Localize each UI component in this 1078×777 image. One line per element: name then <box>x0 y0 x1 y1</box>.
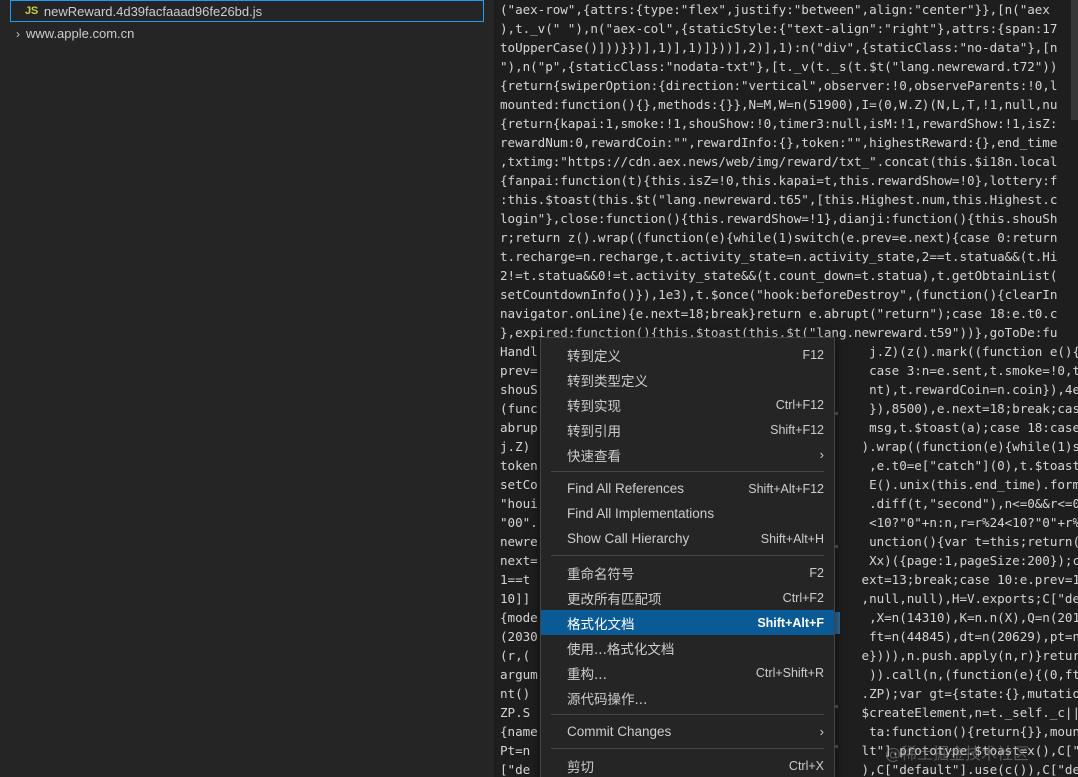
menu-item-label: 转到定义 <box>567 348 621 365</box>
menu-item-shortcut: Shift+Alt+F <box>757 615 824 630</box>
menu-item-label: 使用...格式化文档 <box>567 641 675 658</box>
menu-item[interactable]: 源代码操作... <box>541 685 834 710</box>
menu-item[interactable]: 转到实现 Ctrl+F12 <box>541 392 834 417</box>
menu-item-shortcut: F2 <box>809 565 824 580</box>
menu-item-label: 快速查看 <box>567 448 621 465</box>
code-line: r;return z().wrap((function(e){while(1)s… <box>500 230 1058 245</box>
code-line: rewardNum:0,rewardCoin:"",rewardInfo:{},… <box>500 135 1058 150</box>
menu-item-label: Show Call Hierarchy <box>567 531 690 546</box>
vscode-window: JS newReward.4d39facfaaad96fe26bd.js › w… <box>0 0 1078 777</box>
menu-item[interactable]: 转到类型定义 <box>541 367 834 392</box>
chevron-right-icon: › <box>819 724 824 739</box>
menu-item[interactable]: 快速查看 › <box>541 442 834 467</box>
code-line: {return{swiperOption:{direction:"vertica… <box>500 78 1058 93</box>
editor-context-menu[interactable]: 转到定义 F12 转到类型定义 转到实现 Ctrl+F12 转到引用 Shift+F12 快速… <box>540 337 835 777</box>
code-line: mounted:function(){},methods:{}},N=M,W=n… <box>500 97 1058 112</box>
menu-item-shortcut: Shift+F12 <box>770 422 824 437</box>
code-line: setCountdownInfo()}),1e3),t.$once("hook:… <box>500 287 1058 302</box>
code-line: {return{kapai:1,smoke:!1,shouShow:!0,tim… <box>500 116 1058 131</box>
menu-item-label: Find All References <box>567 481 685 496</box>
menu-item-label: 重命名符号 <box>567 566 635 583</box>
explorer-item-label: www.apple.com.cn <box>26 26 135 41</box>
js-file-icon: JS <box>25 5 38 17</box>
code-line: 2!=t.statua&&0!=t.activity_state&&(t.cou… <box>500 268 1058 283</box>
menu-item-shortcut: Ctrl+F2 <box>782 590 824 605</box>
code-line: navigator.onLine){e.next=18;break}return… <box>500 306 1058 321</box>
explorer-item-js-file[interactable]: JS newReward.4d39facfaaad96fe26bd.js <box>10 0 484 22</box>
menu-item[interactable]: 重构... Ctrl+Shift+R <box>541 660 834 685</box>
menu-item-label: 格式化文档 <box>567 616 635 633</box>
code-line: login"},close:function(){this.rewardShow… <box>500 211 1058 226</box>
menu-item-label: 转到类型定义 <box>567 373 648 390</box>
explorer-item-domain[interactable]: › www.apple.com.cn <box>0 22 494 45</box>
code-line: ("aex-row",{attrs:{type:"flex",justify:"… <box>500 2 1050 17</box>
menu-item[interactable]: Find All Implementations <box>541 501 834 526</box>
menu-item-label: 重构... <box>567 666 607 683</box>
code-line: {fanpai:function(t){this.isZ=!0,this.kap… <box>500 173 1058 188</box>
menu-item[interactable]: 剪切 Ctrl+X <box>541 753 834 777</box>
menu-item-label: 转到引用 <box>567 423 621 440</box>
menu-item-label: 剪切 <box>567 759 594 776</box>
menu-item-label: Find All Implementations <box>567 506 715 521</box>
editor-vertical-scrollbar[interactable] <box>1071 0 1078 120</box>
menu-item-shortcut: Ctrl+X <box>788 758 824 773</box>
menu-separator <box>551 471 824 472</box>
menu-separator <box>551 714 824 715</box>
code-line: ),t._v(" "),n("aex-col",{staticStyle:{"t… <box>500 21 1058 36</box>
menu-item[interactable]: 格式化文档 Shift+Alt+F <box>541 610 834 635</box>
menu-item-label: 更改所有匹配项 <box>567 591 662 608</box>
menu-item[interactable]: Show Call Hierarchy Shift+Alt+H <box>541 526 834 551</box>
menu-item[interactable]: 重命名符号 F2 <box>541 560 834 585</box>
menu-item-shortcut: Shift+Alt+H <box>760 531 824 546</box>
menu-item[interactable]: 使用...格式化文档 <box>541 635 834 660</box>
menu-item-shortcut: Ctrl+Shift+R <box>755 665 824 680</box>
menu-item-label: Commit Changes <box>567 724 672 739</box>
menu-item-shortcut: F12 <box>802 347 824 362</box>
chevron-right-icon: › <box>819 447 824 462</box>
menu-item-label: 源代码操作... <box>567 691 648 708</box>
menu-item[interactable]: 转到引用 Shift+F12 <box>541 417 834 442</box>
menu-item-shortcut: Ctrl+F12 <box>775 397 824 412</box>
code-line: :this.$toast(this.$t("lang.newreward.t65… <box>500 192 1058 207</box>
code-line: "),n("p",{staticClass:"nodata-txt"},[t._… <box>500 59 1058 74</box>
menu-separator <box>551 555 824 556</box>
code-line: t.recharge=n.recharge,t.activity_state=n… <box>500 249 1058 264</box>
explorer-item-label: newReward.4d39facfaaad96fe26bd.js <box>43 3 263 19</box>
menu-item[interactable]: Commit Changes › <box>541 719 834 744</box>
code-line: ,txtimg:"https://cdn.aex.news/web/img/re… <box>500 154 1058 169</box>
menu-item[interactable]: 更改所有匹配项 Ctrl+F2 <box>541 585 834 610</box>
menu-item-label: 转到实现 <box>567 398 621 415</box>
menu-separator <box>551 748 824 749</box>
code-line: toUpperCase()]))}})],1)],1)]}))],2)],1):… <box>500 40 1058 55</box>
menu-item[interactable]: Find All References Shift+Alt+F12 <box>541 476 834 501</box>
menu-item-shortcut: Shift+Alt+F12 <box>748 481 824 496</box>
chevron-right-icon: › <box>16 26 20 41</box>
menu-item[interactable]: 转到定义 F12 <box>541 342 834 367</box>
explorer-sidebar: JS newReward.4d39facfaaad96fe26bd.js › w… <box>0 0 495 777</box>
